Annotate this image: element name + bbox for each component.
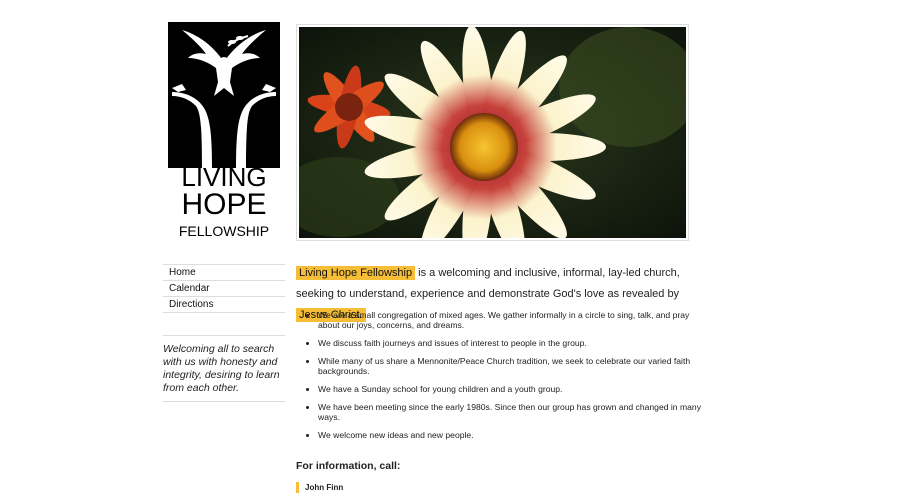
list-item: We have been meeting since the early 198… <box>318 402 703 422</box>
nav-item-home[interactable]: Home <box>163 265 285 281</box>
nav-item-directions[interactable]: Directions <box>163 297 285 313</box>
flower-photo <box>299 27 686 238</box>
about-list: We are a small congregation of mixed age… <box>305 310 703 448</box>
logo-line3: FELLOWSHIP <box>179 223 269 238</box>
hero-image <box>296 24 689 241</box>
list-item: We are a small congregation of mixed age… <box>318 310 703 330</box>
list-item: While many of us share a Mennonite/Peace… <box>318 356 703 376</box>
list-item: We have a Sunday school for young childr… <box>318 384 703 394</box>
org-name-highlight: Living Hope Fellowship <box>296 266 416 280</box>
info-heading: For information, call: <box>296 460 401 472</box>
contact-name: John Finn <box>296 482 343 493</box>
sidebar-tagline: Welcoming all to search with us with hon… <box>163 335 285 402</box>
sidebar-nav: Home Calendar Directions <box>163 264 285 313</box>
list-item: We welcome new ideas and new people. <box>318 430 703 440</box>
list-item: We discuss faith journeys and issues of … <box>318 338 703 348</box>
logo-graphic: LIVING HOPE FELLOWSHIP <box>168 22 280 239</box>
site-logo[interactable]: LIVING HOPE FELLOWSHIP <box>168 22 280 239</box>
nav-item-calendar[interactable]: Calendar <box>163 281 285 297</box>
logo-line2: HOPE <box>181 188 266 221</box>
